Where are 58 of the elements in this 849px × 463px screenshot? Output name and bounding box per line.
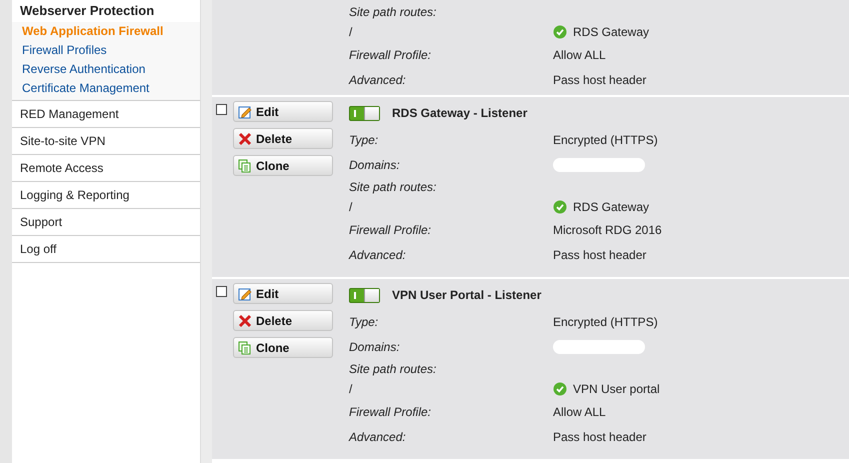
field-label: Site path routes: (349, 5, 438, 19)
edit-icon (238, 286, 252, 300)
field-label: Advanced: (349, 72, 407, 86)
sidebar-item[interactable]: Log off (12, 236, 200, 263)
field-label: Site path routes: (349, 180, 438, 194)
field-value: Pass host header (553, 72, 646, 86)
field-label: Firewall Profile: (349, 404, 432, 418)
sidebar-subitem[interactable]: Certificate Management (12, 79, 200, 98)
sidebar-subitem[interactable]: Firewall Profiles (12, 41, 200, 60)
sidebar-item[interactable]: Site-to-site VPN (12, 128, 200, 155)
field-label: Advanced: (349, 430, 407, 444)
sidebar-item[interactable]: RED Management (12, 101, 200, 128)
sidebar-item[interactable]: Remote Access (12, 155, 200, 182)
field-value: Encrypted (HTTPS) (553, 132, 658, 146)
check-icon (553, 25, 567, 39)
listener-title: VPN User Portal - Listener (392, 288, 542, 302)
close-icon (238, 132, 252, 146)
route-backend: RDS Gateway (573, 200, 650, 214)
close-icon (238, 314, 252, 328)
copy-icon (238, 158, 252, 172)
field-label: Firewall Profile: (349, 222, 432, 236)
row-action-button[interactable]: Edit (233, 101, 333, 122)
field-value: Pass host header (553, 430, 646, 444)
route-path: / (349, 200, 354, 214)
sidebar-subitem[interactable]: Reverse Authentication (12, 60, 200, 79)
field-value: Encrypted (HTTPS) (553, 314, 658, 328)
row-action-button[interactable]: Edit (233, 283, 333, 304)
field-label: Site path routes: (349, 362, 438, 376)
field-value: Pass host header (553, 248, 646, 262)
row-checkbox[interactable] (216, 104, 227, 115)
field-label: Firewall Profile: (349, 48, 432, 62)
route-path: / (349, 382, 354, 396)
field-label: Domains: (349, 158, 401, 172)
field-value: Allow ALL (553, 404, 606, 418)
row-action-button[interactable]: Delete (233, 310, 333, 331)
listener-title: RDS Gateway - Listener (392, 106, 528, 120)
copy-icon (238, 340, 252, 354)
row-action-button[interactable]: Clone (233, 155, 333, 176)
row-action-button[interactable]: Clone (233, 337, 333, 358)
edit-icon (238, 104, 252, 118)
field-value: Allow ALL (553, 48, 606, 62)
field-label: Advanced: (349, 248, 407, 262)
field-label: Type: (349, 132, 380, 146)
sidebar-item[interactable]: Logging & Reporting (12, 182, 200, 209)
field-value: Microsoft RDG 2016 (553, 222, 662, 236)
route-path: / (349, 25, 354, 39)
field-label: Type: (349, 314, 380, 328)
check-icon (553, 200, 567, 214)
sidebar-item[interactable]: Support (12, 209, 200, 236)
check-icon (553, 382, 567, 396)
enable-toggle[interactable] (349, 288, 380, 302)
field-label: Domains: (349, 340, 401, 354)
route-backend: RDS Gateway (573, 25, 650, 39)
route-backend: VPN User portal (573, 382, 660, 396)
enable-toggle[interactable] (349, 106, 380, 120)
sidebar-section-title[interactable]: Webserver Protection (12, 0, 200, 22)
row-action-button[interactable]: Delete (233, 128, 333, 149)
row-checkbox[interactable] (216, 286, 227, 297)
